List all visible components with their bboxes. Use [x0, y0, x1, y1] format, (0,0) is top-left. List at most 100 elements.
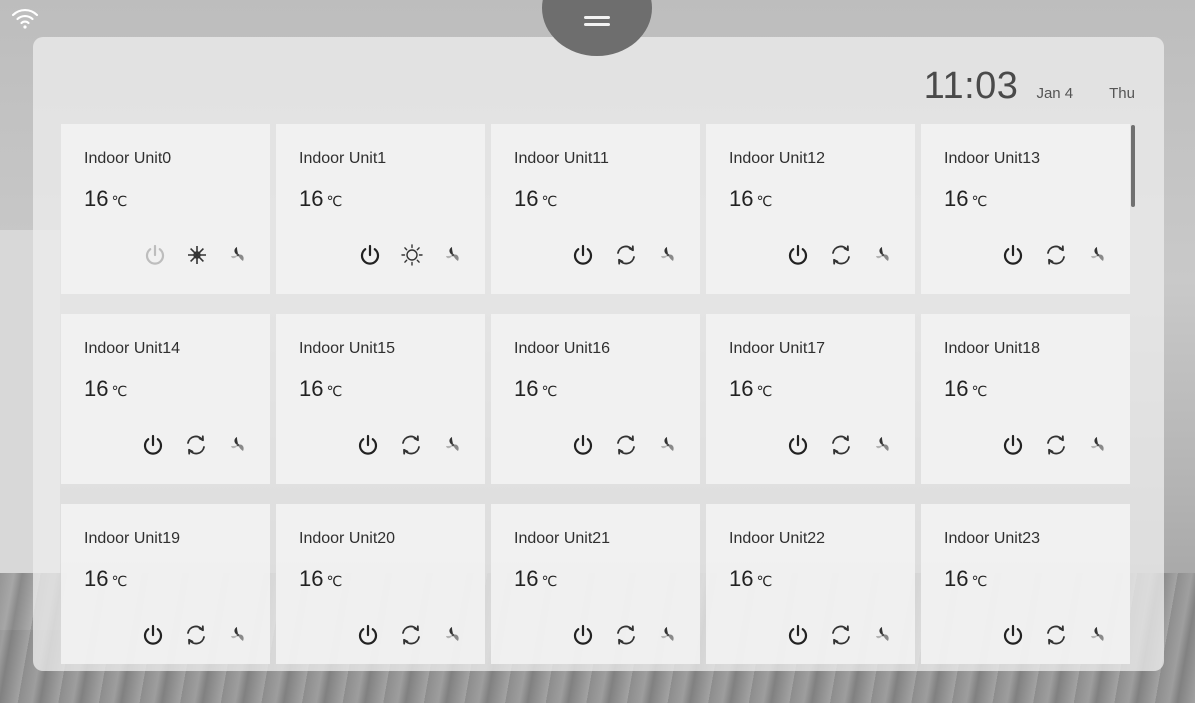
temperature-unit: ℃ — [756, 193, 773, 209]
fan-icon[interactable] — [443, 245, 463, 265]
unit-temperature: 16 ℃ — [729, 566, 772, 592]
fan-icon[interactable] — [1088, 435, 1108, 455]
power-icon[interactable] — [572, 624, 594, 646]
temperature-unit: ℃ — [971, 573, 988, 589]
unit-card[interactable]: Indoor Unit11 16 ℃ — [491, 124, 700, 294]
fan-icon[interactable] — [873, 625, 893, 645]
unit-card[interactable]: Indoor Unit15 16 ℃ — [276, 314, 485, 484]
unit-card[interactable]: Indoor Unit17 16 ℃ — [706, 314, 915, 484]
unit-controls — [144, 244, 248, 266]
unit-controls — [357, 624, 463, 646]
unit-temperature: 16 ℃ — [514, 376, 557, 402]
power-icon[interactable] — [357, 624, 379, 646]
fan-icon[interactable] — [658, 245, 678, 265]
unit-temperature: 16 ℃ — [299, 376, 342, 402]
unit-card[interactable]: Indoor Unit22 16 ℃ — [706, 504, 915, 664]
power-icon[interactable] — [359, 244, 381, 266]
temperature-value: 16 — [514, 376, 539, 401]
cycle-icon[interactable] — [614, 624, 638, 646]
cycle-icon[interactable] — [829, 244, 853, 266]
unit-card[interactable]: Indoor Unit23 16 ℃ — [921, 504, 1130, 664]
unit-temperature: 16 ℃ — [299, 566, 342, 592]
power-icon[interactable] — [144, 244, 166, 266]
unit-controls — [142, 624, 248, 646]
unit-controls — [572, 624, 678, 646]
unit-name: Indoor Unit22 — [729, 530, 826, 547]
temperature-value: 16 — [299, 376, 324, 401]
fan-icon[interactable] — [658, 625, 678, 645]
temperature-unit: ℃ — [541, 573, 558, 589]
unit-card[interactable]: Indoor Unit16 16 ℃ — [491, 314, 700, 484]
unit-controls — [787, 434, 893, 456]
unit-card[interactable]: Indoor Unit12 16 ℃ — [706, 124, 915, 294]
cycle-icon[interactable] — [1044, 434, 1068, 456]
temperature-unit: ℃ — [541, 383, 558, 399]
temperature-value: 16 — [299, 186, 324, 211]
snowflake-icon[interactable] — [186, 244, 208, 266]
unit-controls — [359, 244, 463, 266]
cycle-icon[interactable] — [184, 624, 208, 646]
unit-name: Indoor Unit14 — [84, 340, 181, 357]
fan-icon[interactable] — [228, 245, 248, 265]
cycle-icon[interactable] — [1044, 244, 1068, 266]
fan-icon[interactable] — [873, 245, 893, 265]
temperature-unit: ℃ — [756, 573, 773, 589]
unit-card[interactable]: Indoor Unit20 16 ℃ — [276, 504, 485, 664]
temperature-value: 16 — [514, 566, 539, 591]
power-icon[interactable] — [357, 434, 379, 456]
clock: 11:03 Jan 4 Thu — [924, 65, 1135, 108]
fan-icon[interactable] — [1088, 245, 1108, 265]
cycle-icon[interactable] — [614, 244, 638, 266]
power-icon[interactable] — [142, 434, 164, 456]
unit-card[interactable]: Indoor Unit21 16 ℃ — [491, 504, 700, 664]
cycle-icon[interactable] — [399, 434, 423, 456]
cycle-icon[interactable] — [1044, 624, 1068, 646]
unit-temperature: 16 ℃ — [84, 566, 127, 592]
fan-icon[interactable] — [443, 625, 463, 645]
temperature-value: 16 — [729, 566, 754, 591]
unit-name: Indoor Unit13 — [944, 150, 1041, 167]
fan-icon[interactable] — [658, 435, 678, 455]
temperature-unit: ℃ — [326, 383, 343, 399]
unit-card[interactable]: Indoor Unit14 16 ℃ — [61, 314, 270, 484]
unit-temperature: 16 ℃ — [514, 186, 557, 212]
unit-controls — [1002, 434, 1108, 456]
unit-temperature: 16 ℃ — [944, 186, 987, 212]
cycle-icon[interactable] — [614, 434, 638, 456]
fan-icon[interactable] — [228, 625, 248, 645]
fan-icon[interactable] — [228, 435, 248, 455]
fan-icon[interactable] — [443, 435, 463, 455]
unit-card[interactable]: Indoor Unit13 16 ℃ — [921, 124, 1130, 294]
unit-card[interactable]: Indoor Unit18 16 ℃ — [921, 314, 1130, 484]
temperature-value: 16 — [84, 566, 109, 591]
unit-card[interactable]: Indoor Unit19 16 ℃ — [61, 504, 270, 664]
cycle-icon[interactable] — [829, 434, 853, 456]
unit-controls — [357, 434, 463, 456]
power-icon[interactable] — [142, 624, 164, 646]
cycle-icon[interactable] — [184, 434, 208, 456]
temperature-unit: ℃ — [971, 193, 988, 209]
power-icon[interactable] — [787, 434, 809, 456]
power-icon[interactable] — [787, 244, 809, 266]
unit-temperature: 16 ℃ — [84, 186, 127, 212]
unit-name: Indoor Unit16 — [514, 340, 611, 357]
unit-name: Indoor Unit0 — [84, 150, 172, 167]
menu-icon-bar — [584, 23, 610, 26]
fan-icon[interactable] — [1088, 625, 1108, 645]
cycle-icon[interactable] — [399, 624, 423, 646]
unit-name: Indoor Unit20 — [299, 530, 396, 547]
temperature-value: 16 — [514, 186, 539, 211]
unit-card[interactable]: Indoor Unit0 16 ℃ — [61, 124, 270, 294]
power-icon[interactable] — [572, 434, 594, 456]
power-icon[interactable] — [1002, 624, 1024, 646]
scrollbar[interactable] — [1131, 125, 1135, 207]
power-icon[interactable] — [787, 624, 809, 646]
power-icon[interactable] — [1002, 434, 1024, 456]
power-icon[interactable] — [1002, 244, 1024, 266]
unit-controls — [787, 624, 893, 646]
unit-card[interactable]: Indoor Unit1 16 ℃ — [276, 124, 485, 294]
cycle-icon[interactable] — [829, 624, 853, 646]
sun-icon[interactable] — [401, 244, 423, 266]
power-icon[interactable] — [572, 244, 594, 266]
fan-icon[interactable] — [873, 435, 893, 455]
